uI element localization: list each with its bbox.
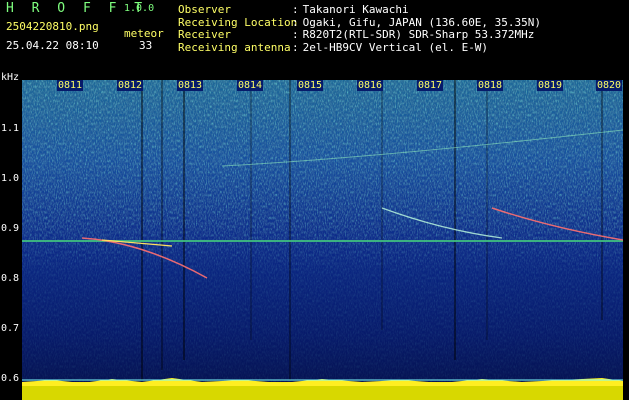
y-tick-label: 0.6 — [1, 373, 20, 384]
y-tick-label: 0.9 — [1, 223, 20, 234]
info-label: Receiver — [178, 28, 231, 41]
spectrogram-area — [0, 80, 629, 400]
x-tick-label: 0819 — [537, 80, 564, 91]
info-value: 2el-HB9CV Vertical (el. E-W) — [302, 40, 489, 54]
x-tick-label: 0815 — [297, 80, 324, 91]
x-tick-label: 0816 — [357, 80, 384, 91]
x-tick-label: 0813 — [177, 80, 204, 91]
info-value: Takanori Kawachi — [302, 3, 409, 16]
info-label: Receiving antenna — [178, 40, 291, 54]
y-tick-label: 1.0 — [1, 173, 20, 184]
station-info: Observer: Takanori Kawachi Receiving Loca… — [178, 3, 542, 54]
info-value: R820T2(RTL-SDR) SDR-Sharp 53.372MHz — [302, 28, 535, 41]
x-tick-label: 0817 — [417, 80, 444, 91]
y-tick-label: 1.1 — [1, 123, 20, 134]
x-tick-label: 0818 — [477, 80, 504, 91]
app-version: 1.0.0 — [124, 3, 155, 14]
y-tick-label: 0.7 — [1, 323, 20, 334]
date-time: 25.04.22 08:10 — [6, 39, 99, 52]
x-tick-label: 0811 — [57, 80, 84, 91]
x-tick-label: 0812 — [117, 80, 144, 91]
x-tick-label: 0820 — [596, 80, 623, 91]
meteor-count: 33 — [139, 39, 153, 52]
y-tick-label: 0.8 — [1, 273, 20, 284]
x-tick-label: 0814 — [237, 80, 264, 91]
info-label: Observer — [178, 3, 231, 16]
info-value: Ogaki, Gifu, JAPAN (136.60E, 35.35N) — [302, 15, 542, 29]
info-row-antenna: Receiving antenna: 2el-HB9CV Vertical (el… — [178, 40, 489, 54]
spectrogram — [22, 80, 623, 400]
file-name: 2504220810.png — [6, 20, 99, 33]
y-axis-unit: kHz — [1, 72, 20, 83]
